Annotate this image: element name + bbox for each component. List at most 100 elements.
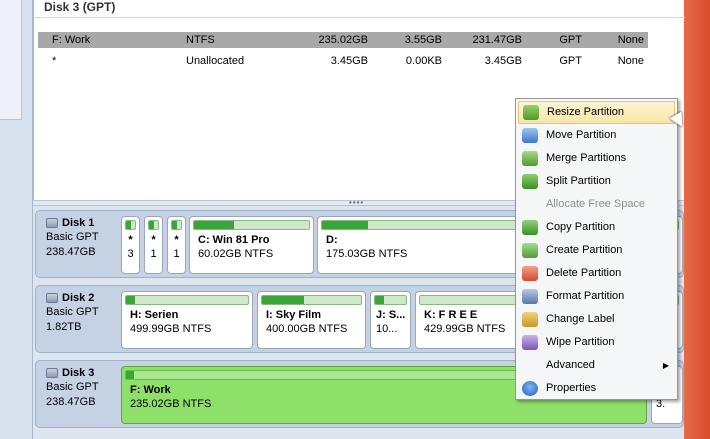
disk-size: 238.47GB bbox=[46, 246, 96, 258]
usage-bar bbox=[125, 295, 249, 305]
menu-item-label: Delete Partition bbox=[546, 267, 622, 279]
partition-label: K: F R E E bbox=[424, 309, 478, 321]
menu-item-label: Merge Partitions bbox=[546, 152, 627, 164]
menu-item-label: Create Partition bbox=[546, 244, 623, 256]
partition-row[interactable]: F: Work NTFS 235.02GB 3.55GB 231.47GB GP… bbox=[38, 32, 648, 48]
disk-kind: Basic GPT bbox=[46, 231, 99, 243]
partition-block[interactable]: H: Serien 499.99GB NTFS bbox=[121, 291, 253, 349]
menu-item-properties[interactable]: Properties bbox=[518, 377, 675, 400]
row-used: 0.00KB bbox=[405, 55, 442, 67]
menu-item-label: Format Partition bbox=[546, 290, 625, 302]
menu-item-label: Properties bbox=[546, 382, 597, 394]
menu-item-wipe-partition[interactable]: Wipe Partition bbox=[518, 331, 675, 354]
disk-list-title: Disk 3 (GPT) bbox=[44, 0, 116, 14]
disk-kind: Basic GPT bbox=[46, 381, 99, 393]
create-icon bbox=[522, 243, 538, 258]
usage-fill bbox=[322, 221, 369, 229]
partition-label: I: Sky Film bbox=[266, 309, 322, 321]
usage-bar bbox=[148, 220, 159, 230]
menu-item-change-label[interactable]: Change Label bbox=[518, 308, 675, 331]
disk-name: Disk 3 bbox=[46, 367, 118, 379]
partition-context-menu: Resize Partition Move Partition Merge Pa… bbox=[515, 98, 678, 400]
partition-label: C: Win 81 Pro bbox=[198, 234, 270, 246]
partition-label: * bbox=[174, 234, 179, 246]
menu-item-create-partition[interactable]: Create Partition bbox=[518, 239, 675, 262]
left-panel-edge bbox=[0, 0, 33, 439]
row-name: * bbox=[52, 55, 57, 67]
menu-item-label: Allocate Free Space bbox=[546, 198, 646, 210]
delete-icon bbox=[522, 266, 538, 281]
partition-size: 499.99GB NTFS bbox=[130, 323, 212, 335]
usage-fill bbox=[126, 371, 134, 379]
row-used: 3.55GB bbox=[404, 34, 442, 46]
usage-bar bbox=[261, 295, 362, 305]
menu-item-label: Change Label bbox=[546, 313, 615, 325]
menu-item-delete-partition[interactable]: Delete Partition bbox=[518, 262, 675, 285]
menu-item-label: Advanced bbox=[546, 359, 595, 371]
usage-fill bbox=[126, 221, 131, 229]
menu-item-label: Copy Partition bbox=[546, 221, 616, 233]
copy-icon bbox=[522, 220, 538, 235]
disk-name-text: Disk 3 bbox=[62, 367, 95, 379]
merge-icon bbox=[522, 151, 538, 166]
splitter-grip-icon: •••• bbox=[349, 198, 365, 207]
header-divider bbox=[34, 17, 685, 18]
disk-name-text: Disk 2 bbox=[62, 292, 95, 304]
partition-label: * bbox=[151, 234, 156, 246]
left-panel-box bbox=[0, 0, 22, 120]
disk-name: Disk 1 bbox=[46, 217, 118, 229]
row-status: None bbox=[617, 55, 644, 67]
usage-fill bbox=[149, 221, 154, 229]
usage-fill bbox=[194, 221, 235, 229]
disk-kind: Basic GPT bbox=[46, 306, 99, 318]
row-capacity: 3.45GB bbox=[330, 55, 368, 67]
partition-block[interactable]: * 3 bbox=[121, 216, 140, 274]
row-status: None bbox=[617, 34, 644, 46]
partition-size: 429.99GB NTFS bbox=[424, 323, 506, 335]
resize-icon bbox=[523, 105, 539, 120]
usage-bar bbox=[171, 220, 182, 230]
menu-item-split-partition[interactable]: Split Partition bbox=[518, 170, 675, 193]
partition-size: 1 bbox=[150, 248, 157, 260]
partition-block[interactable]: * 1 bbox=[144, 216, 163, 274]
disk-name-text: Disk 1 bbox=[62, 217, 95, 229]
label-icon bbox=[522, 312, 538, 327]
partition-size: 1 bbox=[173, 248, 180, 260]
right-window-edge bbox=[684, 0, 710, 439]
row-capacity: 235.02GB bbox=[318, 34, 368, 46]
partition-label: D: bbox=[326, 234, 338, 246]
menu-item-move-partition[interactable]: Move Partition bbox=[518, 124, 675, 147]
partition-size: 175.03GB NTFS bbox=[326, 248, 408, 260]
wipe-icon bbox=[522, 335, 538, 350]
row-filesystem: Unallocated bbox=[186, 55, 245, 67]
disk-info: Disk 1 Basic GPT 238.47GB bbox=[36, 211, 118, 277]
usage-fill bbox=[375, 296, 385, 304]
menu-item-copy-partition[interactable]: Copy Partition bbox=[518, 216, 675, 239]
menu-item-resize-partition[interactable]: Resize Partition bbox=[518, 101, 675, 124]
usage-fill bbox=[172, 221, 177, 229]
usage-fill bbox=[126, 296, 135, 304]
partition-size: 3 bbox=[127, 248, 134, 260]
partition-block[interactable]: I: Sky Film 400.00GB NTFS bbox=[257, 291, 366, 349]
partition-row[interactable]: * Unallocated 3.45GB 0.00KB 3.45GB GPT N… bbox=[38, 53, 648, 69]
properties-icon bbox=[522, 381, 538, 396]
hard-disk-icon bbox=[46, 368, 58, 378]
row-type: GPT bbox=[559, 55, 582, 67]
partition-block[interactable]: * 1 bbox=[167, 216, 186, 274]
usage-bar bbox=[193, 220, 310, 230]
row-name: F: Work bbox=[52, 34, 91, 46]
hard-disk-icon bbox=[46, 218, 58, 228]
menu-item-format-partition[interactable]: Format Partition bbox=[518, 285, 675, 308]
menu-item-advanced[interactable]: Advanced ▶ bbox=[518, 354, 675, 377]
usage-bar bbox=[125, 220, 136, 230]
disk-size: 1.82TB bbox=[46, 321, 82, 333]
partition-block[interactable]: C: Win 81 Pro 60.02GB NTFS bbox=[189, 216, 314, 274]
menu-item-label: Split Partition bbox=[546, 175, 611, 187]
partition-label: * bbox=[128, 234, 133, 246]
row-filesystem: NTFS bbox=[186, 34, 215, 46]
move-icon bbox=[522, 128, 538, 143]
menu-item-merge-partitions[interactable]: Merge Partitions bbox=[518, 147, 675, 170]
menu-item-allocate-free-space[interactable]: Allocate Free Space bbox=[518, 193, 675, 216]
partition-block[interactable]: J: S... 10... bbox=[370, 291, 411, 349]
right-window-edge-fill bbox=[684, 0, 710, 439]
